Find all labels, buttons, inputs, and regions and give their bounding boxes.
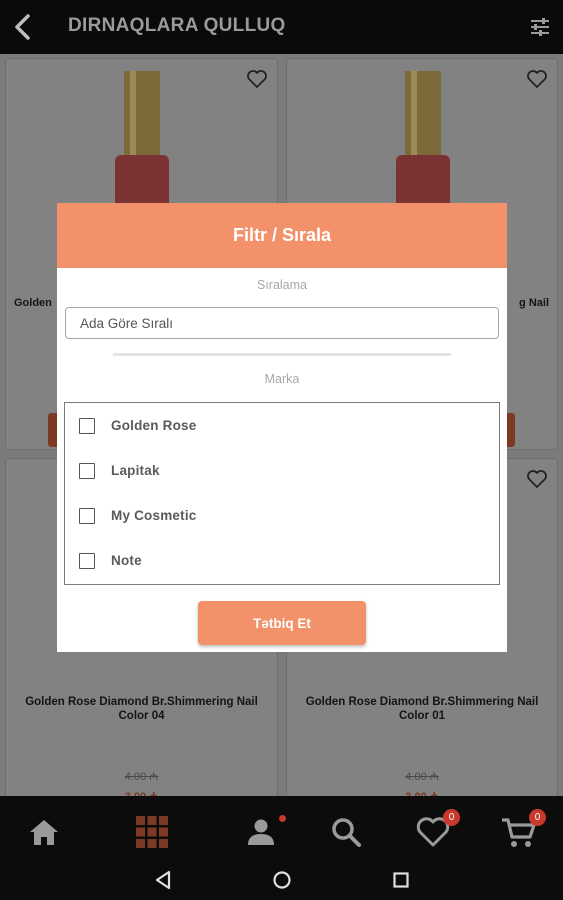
old-price: 4.00 ₼ xyxy=(124,771,159,783)
nav-search[interactable] xyxy=(326,812,366,852)
app-bar: DIRNAQLARA QULLUQ xyxy=(0,0,563,54)
product-image xyxy=(396,71,450,211)
dialog-title: Filtr / Sırala xyxy=(232,225,332,245)
arrow-left-icon xyxy=(15,14,30,40)
notification-dot xyxy=(279,815,286,822)
sliders-icon xyxy=(531,18,549,36)
brand-label: Note xyxy=(111,553,142,568)
brand-option[interactable]: Golden Rose xyxy=(65,411,499,441)
person-icon xyxy=(248,819,274,845)
heart-icon[interactable] xyxy=(525,467,549,491)
sort-selected-value: Ada Göre Sıralı xyxy=(80,316,174,331)
system-navigation-bar xyxy=(0,860,563,900)
checkbox[interactable] xyxy=(79,418,95,434)
home-icon xyxy=(30,820,58,845)
brand-label: Golden Rose xyxy=(111,418,197,433)
divider xyxy=(113,353,451,356)
system-back-button[interactable] xyxy=(151,868,175,892)
system-recents-button[interactable] xyxy=(389,868,413,892)
search-icon xyxy=(332,818,361,847)
nav-wishlist[interactable]: 0 xyxy=(413,809,460,852)
nav-home[interactable] xyxy=(24,812,64,852)
heart-icon[interactable] xyxy=(525,67,549,91)
brand-option[interactable]: Lapitak xyxy=(65,456,499,486)
product-image xyxy=(115,71,169,211)
recents-square-icon xyxy=(393,872,409,888)
brand-label: Lapitak xyxy=(111,463,160,478)
filter-sort-dialog: Filtr / Sırala Sıralama Ada Göre Sıralı … xyxy=(57,203,507,652)
sort-section-label: Sıralama xyxy=(256,278,308,292)
old-price: 4.00 ₼ xyxy=(405,771,439,783)
apply-button[interactable]: Tətbiq Et xyxy=(198,601,366,645)
product-name-partial: Golden xyxy=(14,297,52,309)
product-name: Golden Rose Diamond Br.Shimmering Nail C… xyxy=(25,696,258,722)
brand-label: My Cosmetic xyxy=(111,508,197,523)
nav-categories[interactable] xyxy=(132,812,172,852)
system-home-button[interactable] xyxy=(270,868,294,892)
back-triangle-icon xyxy=(155,870,171,890)
dialog-header: Filtr / Sırala xyxy=(57,203,507,268)
product-name: Golden Rose Diamond Br.Shimmering Nail C… xyxy=(305,696,539,722)
checkbox[interactable] xyxy=(79,508,95,524)
cart-count-badge: 0 xyxy=(529,809,546,826)
heart-icon[interactable] xyxy=(245,67,269,91)
filter-button[interactable] xyxy=(525,12,555,42)
nav-cart[interactable]: 0 xyxy=(499,809,546,852)
back-button[interactable] xyxy=(6,8,44,46)
checkbox[interactable] xyxy=(79,463,95,479)
product-name-partial: g Nail xyxy=(519,297,549,309)
brand-section-label: Marka xyxy=(264,372,300,386)
page-title: DIRNAQLARA QULLUQ xyxy=(68,15,286,36)
bottom-navigation: 0 0 xyxy=(0,796,563,868)
brand-option[interactable]: Note xyxy=(65,546,499,576)
brand-list: Golden Rose Lapitak My Cosmetic Note xyxy=(64,402,500,585)
grid-icon xyxy=(136,816,168,848)
apply-button-label: Tətbiq Et xyxy=(253,615,311,631)
brand-option[interactable]: My Cosmetic xyxy=(65,501,499,531)
wishlist-count-badge: 0 xyxy=(443,809,460,826)
home-circle-icon xyxy=(273,871,291,889)
sort-select[interactable]: Ada Göre Sıralı xyxy=(65,307,499,339)
nav-profile[interactable] xyxy=(241,812,286,852)
checkbox[interactable] xyxy=(79,553,95,569)
